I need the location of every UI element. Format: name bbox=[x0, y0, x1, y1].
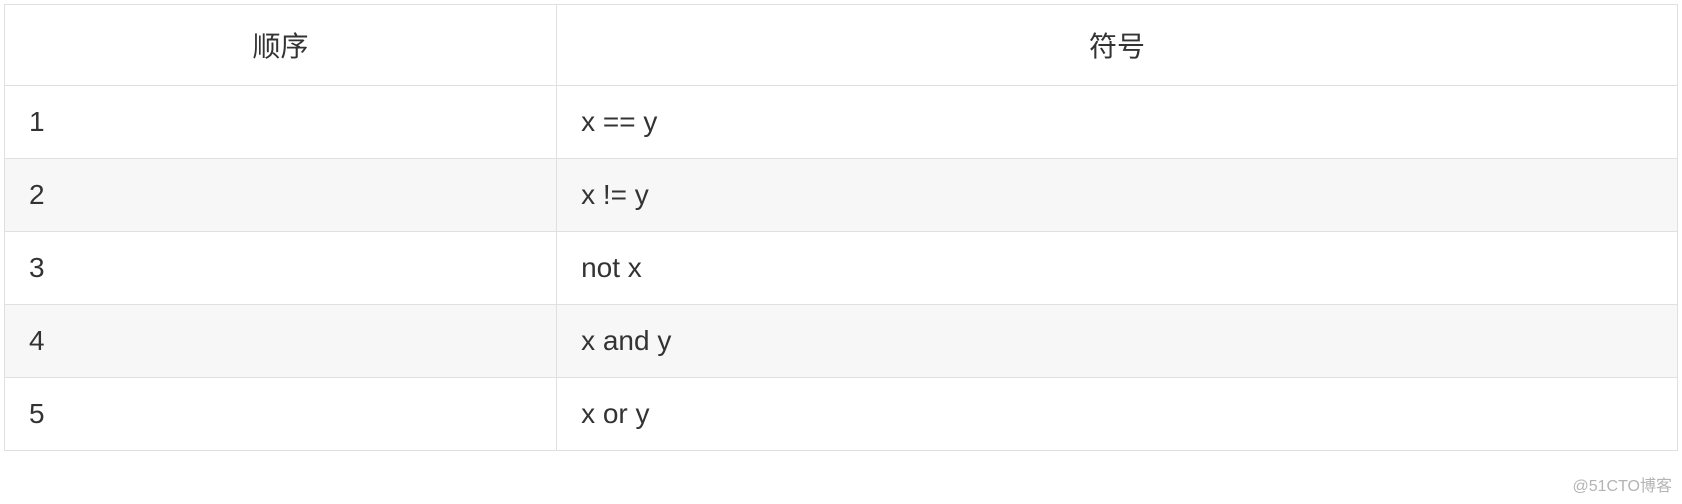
cell-order: 5 bbox=[5, 378, 557, 451]
table-row: 2 x != y bbox=[5, 159, 1678, 232]
cell-symbol: not x bbox=[557, 232, 1678, 305]
cell-symbol: x and y bbox=[557, 305, 1678, 378]
cell-order: 4 bbox=[5, 305, 557, 378]
cell-symbol: x == y bbox=[557, 86, 1678, 159]
operator-precedence-table: 顺序 符号 1 x == y 2 x != y 3 not x 4 x and … bbox=[4, 4, 1678, 451]
table-row: 1 x == y bbox=[5, 86, 1678, 159]
cell-order: 1 bbox=[5, 86, 557, 159]
cell-order: 2 bbox=[5, 159, 557, 232]
table-row: 3 not x bbox=[5, 232, 1678, 305]
cell-symbol: x or y bbox=[557, 378, 1678, 451]
table-header-row: 顺序 符号 bbox=[5, 5, 1678, 86]
table-row: 5 x or y bbox=[5, 378, 1678, 451]
cell-order: 3 bbox=[5, 232, 557, 305]
table-row: 4 x and y bbox=[5, 305, 1678, 378]
cell-symbol: x != y bbox=[557, 159, 1678, 232]
watermark: @51CTO博客 bbox=[1572, 472, 1672, 496]
header-symbol: 符号 bbox=[557, 5, 1678, 86]
header-order: 顺序 bbox=[5, 5, 557, 86]
